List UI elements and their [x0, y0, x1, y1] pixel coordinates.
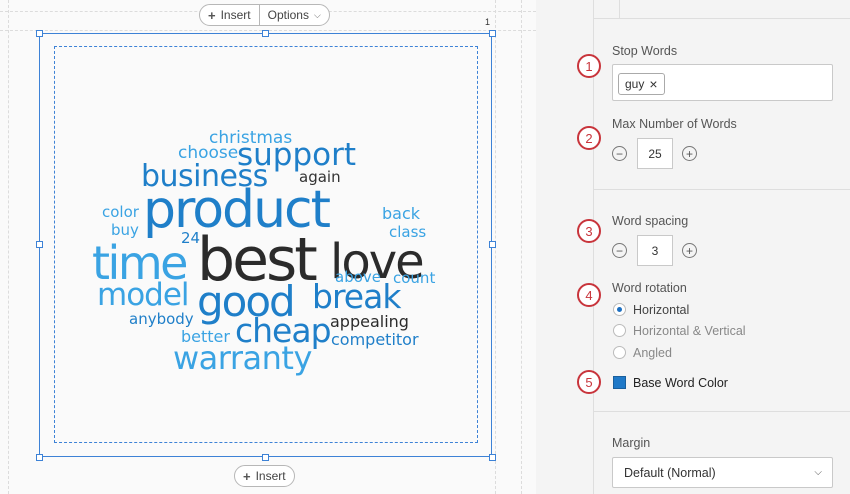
radio-angled[interactable] — [613, 346, 626, 359]
max-words-value[interactable]: 25 — [637, 138, 673, 169]
word-cloud-word: model — [97, 277, 190, 314]
step-badge: 2 — [577, 126, 601, 150]
insert-label: Insert — [255, 469, 286, 483]
word-spacing-value[interactable]: 3 — [637, 235, 673, 266]
step-badge: 1 — [577, 54, 601, 78]
radio-horizontal-vertical-label[interactable]: Horizontal & Vertical — [633, 324, 746, 338]
margin-select-value: Default (Normal) — [624, 465, 716, 480]
chevron-down-icon: ⌵ — [814, 467, 822, 478]
bottom-insert-button[interactable]: + Insert — [234, 465, 295, 487]
stop-word-tag: guy × — [618, 73, 665, 95]
radio-angled-label[interactable]: Angled — [633, 346, 672, 360]
word-cloud-word: color — [102, 203, 139, 221]
plus-icon[interactable]: + — [682, 243, 697, 258]
minus-icon[interactable]: − — [612, 146, 627, 161]
margin-select[interactable]: Default (Normal) ⌵ — [612, 457, 833, 488]
settings-panel: 1 Stop Words guy × 2 Max Number of Words… — [536, 0, 850, 494]
plus-icon[interactable]: + — [682, 146, 697, 161]
word-cloud-word: break — [312, 276, 401, 316]
word-cloud-word: back — [382, 204, 421, 224]
stop-words-input[interactable]: guy × — [612, 64, 833, 101]
section-divider — [594, 411, 850, 412]
radio-horizontal-label[interactable]: Horizontal — [633, 303, 689, 317]
word-cloud-word: warranty — [173, 339, 312, 378]
canvas-area: + Insert Options ⌵ 1 christmas choose supp… — [0, 0, 536, 494]
step-badge: 3 — [577, 219, 601, 243]
radio-horizontal[interactable] — [613, 303, 626, 316]
minus-icon[interactable]: − — [612, 243, 627, 258]
word-spacing-label: Word spacing — [612, 214, 689, 228]
tag-label: guy — [625, 77, 645, 91]
section-divider — [594, 189, 850, 190]
close-icon[interactable]: × — [649, 76, 657, 92]
word-rotation-label: Word rotation — [612, 281, 687, 295]
step-badge: 4 — [577, 283, 601, 307]
base-word-color-label[interactable]: Base Word Color — [633, 376, 728, 390]
section-divider — [594, 18, 850, 19]
plus-icon: + — [243, 468, 251, 484]
section-divider — [619, 0, 620, 18]
margin-label: Margin — [612, 436, 651, 450]
radio-horizontal-vertical[interactable] — [613, 324, 626, 337]
max-words-label: Max Number of Words — [612, 117, 737, 131]
word-cloud: christmas choose support business again produ… — [0, 0, 536, 494]
word-cloud-word: appealing — [330, 312, 409, 332]
step-badge: 5 — [577, 370, 601, 394]
stop-words-label: Stop Words — [612, 44, 678, 58]
word-cloud-word: competitor — [331, 330, 419, 350]
color-swatch[interactable] — [613, 376, 626, 389]
word-cloud-word: anybody — [129, 310, 194, 328]
